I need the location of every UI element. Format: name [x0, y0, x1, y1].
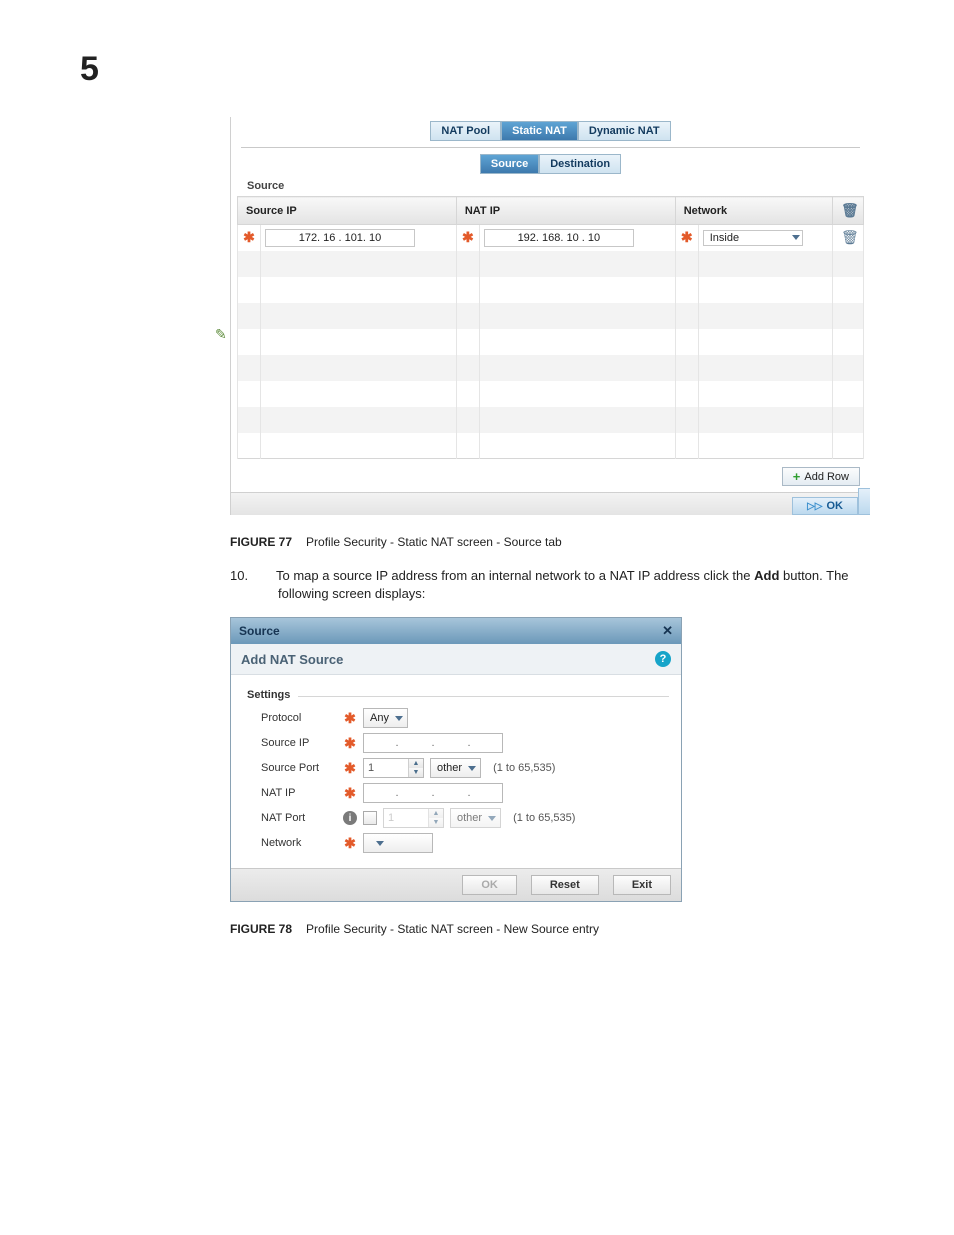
- table-row: [238, 277, 864, 303]
- table-row: [238, 355, 864, 381]
- network-select[interactable]: Inside: [703, 230, 803, 246]
- fieldset-label: Settings: [243, 689, 290, 701]
- sub-tab-bar: Source Destination: [231, 148, 870, 174]
- main-tab-bar: NAT Pool Static NAT Dynamic NAT: [231, 117, 870, 141]
- source-ip-input[interactable]: ...: [363, 733, 503, 753]
- source-ip-input[interactable]: 172. 16 . 101. 10: [265, 229, 415, 247]
- table-row: [238, 303, 864, 329]
- row-source-ip: Source IP ✱ ...: [261, 733, 669, 753]
- chevron-down-icon: [792, 235, 800, 240]
- required-icon: ✱: [343, 785, 357, 802]
- plus-icon: +: [793, 470, 801, 483]
- table-row: [238, 407, 864, 433]
- nat-port-type-select: other: [450, 808, 501, 828]
- row-nat-port: NAT Port i ▲▼ other (1 to 65,535): [261, 808, 669, 828]
- col-nat-ip[interactable]: NAT IP: [456, 197, 675, 225]
- nat-ip-input[interactable]: 192. 168. 10 . 10: [484, 229, 634, 247]
- table-row: [238, 381, 864, 407]
- modal-footer: OK Reset Exit: [231, 868, 681, 901]
- modal-exit-button[interactable]: Exit: [613, 875, 671, 895]
- chevron-down-icon: [488, 816, 496, 821]
- required-icon: ✱: [343, 710, 357, 727]
- hint-text: (1 to 65,535): [513, 812, 575, 824]
- table-row: [238, 329, 864, 355]
- info-icon: i: [343, 811, 357, 825]
- chevron-down-icon: [376, 841, 384, 846]
- source-port-type-select[interactable]: other: [430, 758, 481, 778]
- step-10: 10.To map a source IP address from an in…: [254, 567, 864, 603]
- tab-nat-pool[interactable]: NAT Pool: [430, 121, 501, 141]
- modal-ok-button: OK: [462, 875, 517, 895]
- spin-down-icon[interactable]: ▼: [409, 768, 423, 777]
- chevron-down-icon: [468, 766, 476, 771]
- modal-reset-button[interactable]: Reset: [531, 875, 599, 895]
- source-port-spinner[interactable]: ▲▼: [363, 758, 424, 778]
- row-network: Network ✱: [261, 833, 669, 853]
- source-table: Source IP NAT IP Network 🗑 ✱ 172. 16 . 1…: [237, 196, 864, 459]
- help-icon[interactable]: ?: [655, 651, 671, 667]
- table-row: [238, 433, 864, 459]
- edit-icon[interactable]: ✎: [215, 326, 227, 343]
- nat-ip-input[interactable]: ...: [363, 783, 503, 803]
- table-row: [238, 251, 864, 277]
- col-source-ip[interactable]: Source IP: [238, 197, 457, 225]
- chevron-down-icon: [395, 716, 403, 721]
- required-icon: ✱: [461, 229, 475, 246]
- panel-edge-button[interactable]: [858, 488, 870, 515]
- table-row[interactable]: ✱ 172. 16 . 101. 10 ✱ 192. 168. 10 . 10 …: [238, 225, 864, 251]
- nat-port-spinner: ▲▼: [383, 808, 444, 828]
- tab-dynamic-nat[interactable]: Dynamic NAT: [578, 121, 671, 141]
- figure-78-modal: Source ✕ Add NAT Source ? Settings Proto…: [230, 617, 682, 902]
- hint-text: (1 to 65,535): [493, 762, 555, 774]
- fast-forward-icon: ▷▷: [807, 501, 822, 512]
- spin-up-icon[interactable]: ▲: [409, 759, 423, 768]
- page-number: 5: [80, 50, 864, 89]
- add-row-button[interactable]: +Add Row: [782, 467, 860, 486]
- figure-77-caption: FIGURE 77Profile Security - Static NAT s…: [230, 535, 864, 549]
- delete-all-icon[interactable]: 🗑: [841, 202, 855, 219]
- required-icon: ✱: [242, 229, 256, 246]
- required-icon: ✱: [680, 229, 694, 246]
- required-icon: ✱: [343, 760, 357, 777]
- modal-subtitle: Add NAT Source ?: [231, 644, 681, 675]
- network-select[interactable]: [363, 833, 433, 853]
- subtab-destination[interactable]: Destination: [539, 154, 621, 174]
- nat-port-enable-checkbox[interactable]: [363, 811, 377, 825]
- row-protocol: Protocol ✱ Any: [261, 708, 669, 728]
- row-source-port: Source Port ✱ ▲▼ other (1 to 65,535): [261, 758, 669, 778]
- required-icon: ✱: [343, 735, 357, 752]
- tab-static-nat[interactable]: Static NAT: [501, 121, 578, 141]
- required-icon: ✱: [343, 835, 357, 852]
- spin-up-icon: ▲: [429, 809, 443, 818]
- modal-title-text: Source: [239, 624, 280, 638]
- section-heading: Source: [231, 174, 870, 192]
- spin-down-icon: ▼: [429, 818, 443, 827]
- modal-titlebar: Source ✕: [231, 618, 681, 644]
- row-nat-ip: NAT IP ✱ ...: [261, 783, 669, 803]
- close-icon[interactable]: ✕: [662, 623, 673, 639]
- ok-button[interactable]: ▷▷OK: [792, 497, 858, 515]
- delete-row-icon[interactable]: 🗑: [841, 229, 855, 246]
- col-network[interactable]: Network: [675, 197, 832, 225]
- protocol-select[interactable]: Any: [363, 708, 408, 728]
- subtab-source[interactable]: Source: [480, 154, 539, 174]
- figure-78-caption: FIGURE 78Profile Security - Static NAT s…: [230, 922, 864, 936]
- figure-77-screenshot: NAT Pool Static NAT Dynamic NAT Source D…: [230, 117, 870, 515]
